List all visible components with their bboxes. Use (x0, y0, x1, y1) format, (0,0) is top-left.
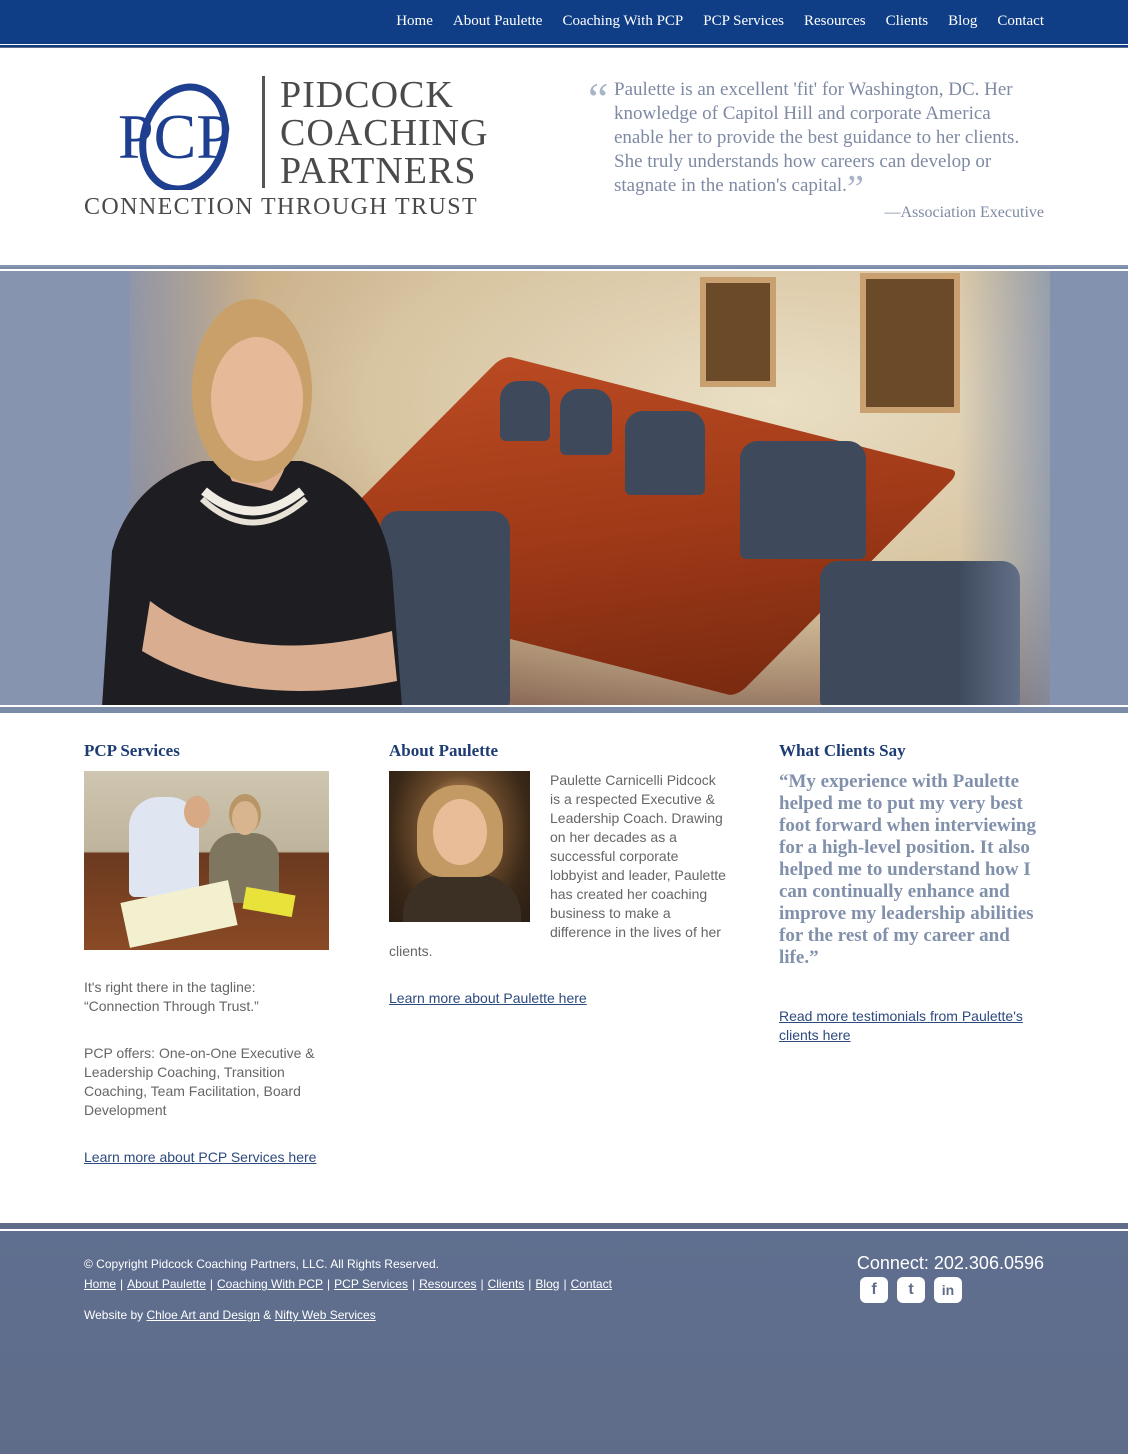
chair (625, 411, 705, 495)
nav-about-paulette[interactable]: About Paulette (453, 13, 543, 30)
services-photo (84, 771, 329, 950)
logo-line-1: PIDCOCK (280, 74, 454, 116)
chair (560, 389, 612, 455)
twitter-icon[interactable]: t (897, 1277, 925, 1303)
footer-link-pcp-services[interactable]: PCP Services (334, 1277, 408, 1291)
about-heading: About Paulette (389, 741, 499, 760)
facebook-icon[interactable]: f (860, 1277, 888, 1303)
footer-top-border (0, 1223, 1128, 1231)
nav-contact[interactable]: Contact (997, 13, 1044, 30)
main-nav: Home About Paulette Coaching With PCP PC… (376, 13, 1044, 30)
hero-fade-right (958, 271, 1128, 707)
connect-phone: Connect: 202.306.0596 (856, 1253, 1044, 1273)
about-learn-more-link[interactable]: Learn more about Paulette here (389, 990, 587, 1006)
nav-home[interactable]: Home (396, 13, 433, 30)
clients-column: What Clients Say “My experience with Pau… (779, 741, 1047, 1045)
paulette-headshot (389, 771, 530, 922)
footer-link-about-paulette[interactable]: About Paulette (127, 1277, 206, 1291)
logo-line-2: COACHING (280, 112, 489, 154)
services-offers-text: PCP offers: One-on-One Executive & Leade… (84, 1045, 315, 1118)
site-credit: Website by Chloe Art and Design & Nifty … (84, 1308, 376, 1322)
logo-wordmark: PIDCOCK COACHING PARTNERS (280, 76, 489, 190)
services-tagline-text: It's right there in the tagline: “Connec… (84, 979, 259, 1014)
header-quote-attribution: —Association Executive (884, 204, 1044, 221)
services-column: PCP Services It's right there in the tag… (84, 741, 334, 1167)
social-links: f t in (860, 1277, 962, 1303)
nav-resources[interactable]: Resources (804, 13, 866, 30)
top-navigation-bar: Home About Paulette Coaching With PCP PC… (0, 0, 1128, 44)
wall-painting (860, 273, 960, 413)
logo-divider (262, 76, 265, 188)
footer-link-contact[interactable]: Contact (571, 1277, 612, 1291)
chair (500, 381, 550, 441)
about-column: About Paulette Paulette Carnicelli Pidco… (389, 741, 729, 1008)
footer-nav: Home | About Paulette | Coaching With PCP | PC… (84, 1277, 612, 1291)
linkedin-icon[interactable]: in (934, 1277, 962, 1303)
logo-line-3: PARTNERS (280, 150, 477, 192)
credit-link-nifty[interactable]: Nifty Web Services (275, 1308, 376, 1322)
hero-banner (0, 271, 1128, 707)
nav-blog[interactable]: Blog (948, 13, 977, 30)
services-heading: PCP Services (84, 741, 180, 760)
site-footer: © Copyright Pidcock Coaching Partners, L… (0, 1231, 1128, 1454)
nav-pcp-services[interactable]: PCP Services (703, 13, 784, 30)
copyright: © Copyright Pidcock Coaching Partners, L… (84, 1257, 440, 1271)
clients-heading: What Clients Say (779, 741, 906, 760)
pcp-monogram: PCP (118, 83, 232, 190)
footer-link-blog[interactable]: Blog (535, 1277, 559, 1291)
header-quote-text: Paulette is an excellent 'fit' for Washi… (614, 79, 1020, 196)
close-quote-icon: ” (846, 168, 864, 210)
footer-link-coaching-with-pcp[interactable]: Coaching With PCP (217, 1277, 323, 1291)
header-testimonial: “ Paulette is an excellent 'fit' for Was… (588, 73, 1044, 222)
nav-coaching-with-pcp[interactable]: Coaching With PCP (562, 13, 683, 30)
client-testimonial: “My experience with Paulette helped me t… (779, 771, 1036, 968)
nav-clients[interactable]: Clients (886, 13, 929, 30)
chair (740, 441, 866, 559)
hero-bottom-border (0, 705, 1128, 713)
footer-link-home[interactable]: Home (84, 1277, 116, 1291)
credit-link-chloe[interactable]: Chloe Art and Design (146, 1308, 259, 1322)
nav-divider (0, 44, 1128, 47)
logo-tagline: CONNECTION THROUGH TRUST (84, 194, 479, 220)
open-quote-icon: “ (588, 73, 609, 124)
testimonials-link[interactable]: Read more testimonials from Paulette's c… (779, 1008, 1023, 1043)
site-header: PCP PIDCOCK COACHING PARTNERS CONNECTION… (0, 48, 1128, 266)
paulette-portrait (102, 299, 402, 707)
footer-link-resources[interactable]: Resources (419, 1277, 476, 1291)
monogram-text: PCP (118, 101, 232, 172)
main-content: PCP Services It's right there in the tag… (0, 713, 1128, 1223)
wall-painting (700, 277, 776, 387)
site-logo[interactable]: PCP PIDCOCK COACHING PARTNERS CONNECTION… (84, 66, 516, 226)
footer-link-clients[interactable]: Clients (488, 1277, 525, 1291)
services-learn-more-link[interactable]: Learn more about PCP Services here (84, 1149, 316, 1165)
